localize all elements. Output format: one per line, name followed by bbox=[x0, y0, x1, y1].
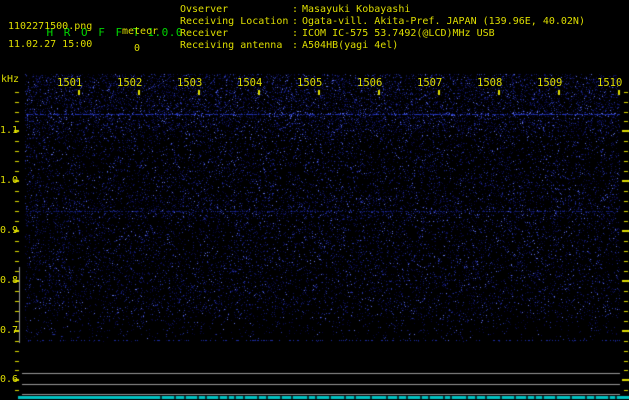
info-value: Ogata-vill. Akita-Pref. JAPAN (139.96E, … bbox=[302, 16, 585, 27]
freq-axis-unit: kHz bbox=[1, 74, 20, 85]
info-row-receiver: Receiver: ICOM IC-575 53.7492(@LCD)MHz US… bbox=[180, 28, 585, 40]
freq-tick-label: 1.0 bbox=[0, 175, 19, 186]
freq-tick-label: 0.7 bbox=[0, 325, 19, 336]
info-row-antenna: Receiving antenna: A504HB(yagi 4el) bbox=[180, 40, 585, 52]
info-value: ICOM IC-575 53.7492(@LCD)MHz USB bbox=[302, 28, 495, 39]
time-tick-label: 1505 bbox=[297, 77, 323, 89]
info-label: Receiving Location bbox=[180, 16, 289, 27]
freq-tick-label: 1.1 bbox=[0, 125, 19, 136]
meteor-count-value: 0 bbox=[134, 43, 141, 54]
time-tick-label: 1506 bbox=[357, 77, 383, 89]
time-tick-label: 1504 bbox=[237, 77, 263, 89]
info-row-observer: Ovserver: Masayuki Kobayashi bbox=[180, 4, 585, 16]
time-tick-label: 1509 bbox=[537, 77, 563, 89]
time-tick-label: 1507 bbox=[417, 77, 443, 89]
spectrogram-canvas bbox=[0, 0, 629, 400]
time-tick-label: 1508 bbox=[477, 77, 503, 89]
time-tick-label: 1501 bbox=[57, 77, 83, 89]
info-label: Receiving antenna bbox=[180, 40, 283, 51]
datetime-label: 11.02.27 15:00 bbox=[8, 39, 93, 50]
meteor-count-header: meteor bbox=[122, 26, 159, 37]
info-label: Ovserver bbox=[180, 4, 229, 15]
colon-separator: : bbox=[292, 16, 299, 27]
colon-separator: : bbox=[292, 28, 299, 39]
time-tick-label: 1510 bbox=[597, 77, 623, 89]
info-row-location: Receiving Location: Ogata-vill. Akita-Pre… bbox=[180, 16, 585, 28]
colon-separator: : bbox=[292, 40, 299, 51]
info-value: Masayuki Kobayashi bbox=[302, 4, 411, 15]
info-label: Receiver bbox=[180, 28, 229, 39]
time-tick-label: 1503 bbox=[177, 77, 203, 89]
output-filename: 1102271500.png bbox=[8, 21, 93, 32]
colon-separator: : bbox=[292, 4, 299, 15]
station-info: Ovserver: Masayuki Kobayashi Receiving Lo… bbox=[180, 4, 585, 52]
freq-tick-label: 0.6 bbox=[0, 374, 19, 385]
freq-tick-label: 0.9 bbox=[0, 225, 19, 236]
info-value: A504HB(yagi 4el) bbox=[302, 40, 399, 51]
freq-tick-label: 0.8 bbox=[0, 275, 19, 286]
time-tick-label: 1502 bbox=[117, 77, 143, 89]
hrofft-spectrogram-screen: H R O F F T 1.0.0 1102271500.png meteor 1… bbox=[0, 0, 629, 400]
